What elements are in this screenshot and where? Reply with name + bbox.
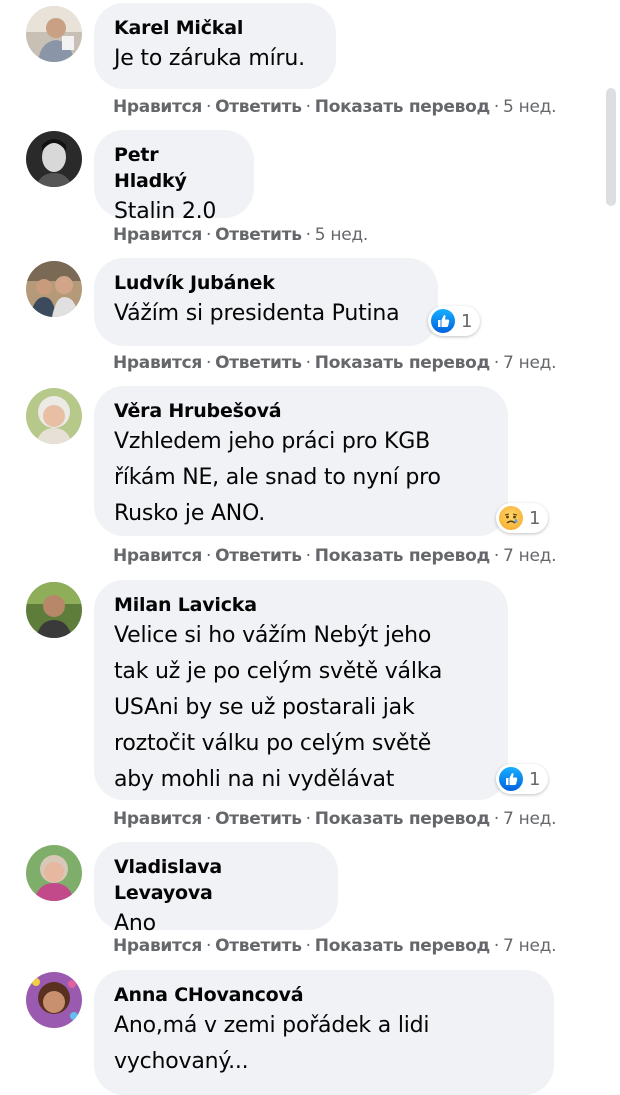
reply-link[interactable]: Ответить (215, 353, 302, 373)
comment-bubble: Ludvík Jubánek Vážím si presidenta Putin… (94, 258, 438, 346)
timestamp[interactable]: 7 нед. (503, 546, 556, 566)
comment-actions: Нравится · Ответить · Показать перевод · 7 нед… (113, 353, 557, 373)
avatar[interactable] (26, 582, 82, 638)
comment-text-line: říkám NE, ale snad to nyní pro (114, 465, 441, 490)
avatar-image (26, 845, 82, 901)
avatar[interactable] (26, 845, 82, 901)
comment-text-line: Rusko je ANO. (114, 501, 266, 526)
timestamp[interactable]: 5 нед. (315, 225, 368, 245)
reply-link[interactable]: Ответить (215, 97, 302, 117)
timestamp[interactable]: 7 нед. (503, 936, 556, 956)
avatar[interactable] (26, 6, 82, 62)
comment-author[interactable]: Anna CHovancová (114, 982, 532, 1008)
comment-bubble: Karel Mičkal Je to záruka míru. (94, 3, 336, 89)
sad-reaction-icon (499, 506, 523, 530)
comment-bubble: Anna CHovancová Ano,má v zemi pořádek a … (94, 970, 554, 1095)
translate-link[interactable]: Показать перевод (315, 546, 490, 566)
like-reaction-icon (431, 309, 455, 333)
like-link[interactable]: Нравится (113, 97, 202, 117)
avatar-image (26, 972, 82, 1028)
comment-bubble: Vladislava Levayova Ano (94, 842, 338, 936)
comment-text-line: USAni by se už postarali jak (114, 695, 415, 720)
like-link[interactable]: Нравится (113, 809, 202, 829)
reaction-badge[interactable]: 1 (496, 503, 549, 533)
reply-link[interactable]: Ответить (215, 546, 302, 566)
comment-actions: Нравится · Ответить · Показать перевод · 7 нед… (113, 546, 557, 566)
like-reaction-icon (499, 767, 523, 791)
comment-author[interactable]: Milan Lavicka (114, 592, 486, 618)
avatar-image (26, 261, 82, 317)
reaction-badge[interactable]: 1 (428, 306, 481, 336)
like-link[interactable]: Нравится (113, 225, 202, 245)
comment-text-line: tak už je po celým světě válka (114, 659, 443, 684)
comment-actions: Нравится · Ответить · Показать перевод · 5 нед… (113, 97, 557, 117)
comment-text-line: Vzhledem jeho práci pro KGB (114, 429, 430, 454)
comment-text-line: Ano,má v zemi pořádek a lidi (114, 1013, 430, 1038)
translate-link[interactable]: Показать перевод (315, 936, 490, 956)
reply-link[interactable]: Ответить (215, 225, 302, 245)
like-link[interactable]: Нравится (113, 546, 202, 566)
avatar[interactable] (26, 388, 82, 444)
reply-link[interactable]: Ответить (215, 809, 302, 829)
comment-text-line: vychovaný... (114, 1049, 249, 1074)
reaction-count: 1 (529, 768, 541, 790)
comment-actions: Нравится · Ответить · Показать перевод · 7 нед… (113, 936, 557, 956)
comment-text-line: roztočit válku po celým světě (114, 731, 432, 756)
scrollbar[interactable] (606, 88, 616, 206)
avatar[interactable] (26, 972, 82, 1028)
reaction-badge[interactable]: 1 (496, 764, 549, 794)
translate-link[interactable]: Показать перевод (315, 809, 490, 829)
translate-link[interactable]: Показать перевод (315, 353, 490, 373)
avatar[interactable] (26, 131, 82, 187)
comment-author[interactable]: Ludvík Jubánek (114, 270, 416, 296)
comment-bubble: Milan Lavicka Velice si ho vážím Nebýt j… (94, 580, 508, 800)
comment-text: Vážím si presidenta Putina (114, 301, 400, 326)
comment-author[interactable]: Petr Hladký (114, 142, 232, 194)
reaction-count: 1 (529, 507, 541, 529)
avatar-image (26, 6, 82, 62)
comment-bubble: Petr Hladký Stalin 2.0 (94, 130, 254, 224)
comment-actions: Нравится · Ответить · Показать перевод · 7 нед… (113, 809, 557, 829)
avatar-image (26, 388, 82, 444)
timestamp[interactable]: 5 нед. (503, 97, 556, 117)
comment-bubble: Věra Hrubešová Vzhledem jeho práci pro K… (94, 386, 508, 536)
like-link[interactable]: Нравится (113, 353, 202, 373)
comment-author[interactable]: Věra Hrubešová (114, 398, 486, 424)
timestamp[interactable]: 7 нед. (503, 353, 556, 373)
like-link[interactable]: Нравится (113, 936, 202, 956)
translate-link[interactable]: Показать перевод (315, 97, 490, 117)
timestamp[interactable]: 7 нед. (503, 809, 556, 829)
avatar-image (26, 131, 82, 187)
comment-author[interactable]: Karel Mičkal (114, 15, 314, 41)
comment-text-line: Velice si ho vážím Nebýt jeho (114, 623, 432, 648)
reply-link[interactable]: Ответить (215, 936, 302, 956)
avatar[interactable] (26, 261, 82, 317)
comment-text: Je to záruka míru. (114, 46, 305, 71)
reaction-count: 1 (461, 310, 473, 332)
comment-text-line: aby mohli na ni vydělávat (114, 767, 395, 792)
avatar-image (26, 582, 82, 638)
comment-actions: Нравится · Ответить · 5 нед. (113, 225, 368, 245)
comment-author[interactable]: Vladislava Levayova (114, 854, 316, 906)
